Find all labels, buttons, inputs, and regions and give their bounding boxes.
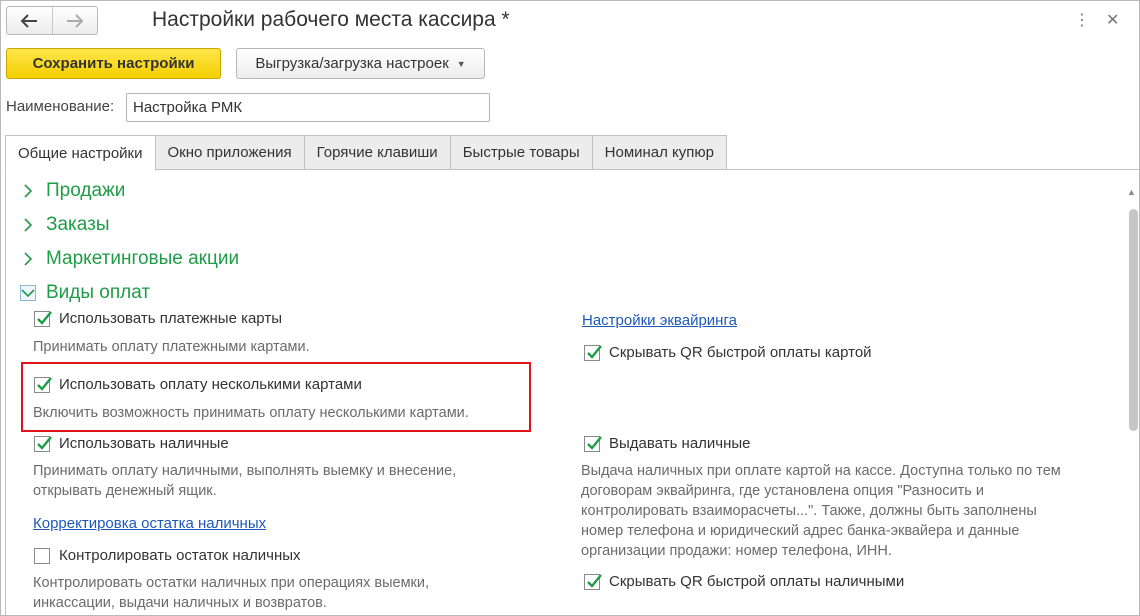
chevron-down-icon: ▼ [456, 58, 466, 69]
checkmark-icon [587, 344, 602, 359]
control-cash-checkbox[interactable] [34, 547, 50, 564]
save-settings-button[interactable]: Сохранить настройки [6, 48, 221, 79]
group-sales[interactable]: Продажи [20, 180, 125, 202]
use-cards-label: Использовать платежные карты [59, 310, 282, 327]
navigation-buttons [6, 6, 98, 35]
acquiring-settings-link[interactable]: Настройки эквайринга [582, 312, 737, 329]
control-cash-hint-line: Контролировать остатки наличных при опер… [33, 575, 430, 591]
name-label: Наименование: [6, 98, 115, 115]
tab-quick-products[interactable]: Быстрые товары [450, 135, 593, 170]
control-cash-hint-line: инкассации, выдачи наличных и возвратов. [33, 595, 327, 611]
give-cash-label: Выдавать наличные [609, 435, 751, 452]
use-cards-checkbox-row[interactable]: Использовать платежные карты [34, 310, 282, 327]
give-cash-hint-line: организации продажи: номер телефона, ИНН… [581, 543, 892, 559]
give-cash-hint: Выдача наличных при оплате картой на кас… [581, 461, 1061, 561]
group-payment-types-label: Виды оплат [46, 282, 151, 303]
give-cash-hint-line: номер телефона и юридический адрес банка… [581, 523, 1020, 539]
checkmark-icon [37, 310, 52, 325]
chevron-right-icon [20, 183, 36, 199]
multi-cards-hint: Включить возможность принимать оплату не… [33, 405, 469, 421]
control-cash-label: Контролировать остаток наличных [59, 547, 301, 564]
give-cash-checkbox-row[interactable]: Выдавать наличные [584, 435, 751, 452]
use-cash-label: Использовать наличные [59, 435, 229, 452]
multi-cards-checkbox-row[interactable]: Использовать оплату несколькими картами [34, 376, 362, 393]
checkmark-icon [587, 573, 602, 588]
control-cash-checkbox-row[interactable]: Контролировать остаток наличных [34, 547, 301, 564]
forward-button[interactable] [51, 7, 98, 34]
checkmark-icon [587, 435, 602, 450]
control-cash-hint: Контролировать остатки наличных при опер… [33, 573, 429, 613]
group-promotions-label: Маркетинговые акции [46, 248, 240, 269]
use-cash-hint-line: Принимать оплату наличными, выполнять вы… [33, 463, 457, 479]
arrow-right-icon [66, 13, 84, 28]
group-orders[interactable]: Заказы [20, 214, 110, 236]
give-cash-hint-line: контролировать взаиморасчеты...". Также,… [581, 503, 1037, 519]
hide-qr-cash-label: Скрывать QR быстрой оплаты наличными [609, 573, 905, 590]
hide-qr-card-checkbox[interactable] [584, 344, 602, 361]
checkmark-icon [37, 435, 52, 450]
group-payment-types[interactable]: Виды оплат [20, 282, 150, 304]
hide-qr-cash-checkbox-row[interactable]: Скрывать QR быстрой оплаты наличными [584, 573, 904, 590]
use-cash-hint: Принимать оплату наличными, выполнять вы… [33, 461, 456, 501]
group-sales-label: Продажи [46, 180, 126, 201]
tab-general-settings[interactable]: Общие настройки [5, 135, 156, 171]
give-cash-checkbox[interactable] [584, 435, 602, 452]
use-cards-hint: Принимать оплату платежными картами. [33, 339, 310, 355]
hide-qr-cash-checkbox[interactable] [584, 573, 602, 590]
export-import-settings-button[interactable]: Выгрузка/загрузка настроек ▼ [236, 48, 485, 79]
chevron-down-icon [20, 285, 36, 301]
page-title: Настройки рабочего места кассира * [152, 8, 510, 31]
multi-cards-label: Использовать оплату несколькими картами [59, 376, 362, 393]
scroll-up-icon[interactable]: ▲ [1127, 187, 1136, 197]
use-cash-checkbox[interactable] [34, 435, 52, 452]
settings-window: Настройки рабочего места кассира * ⋮ ✕ С… [0, 0, 1140, 616]
tab-banknotes[interactable]: Номинал купюр [592, 135, 727, 170]
group-promotions[interactable]: Маркетинговые акции [20, 248, 239, 270]
export-import-label: Выгрузка/загрузка настроек [255, 55, 449, 72]
tab-bar: Общие настройки Окно приложения Горячие … [5, 135, 727, 171]
use-cards-checkbox[interactable] [34, 310, 52, 327]
hide-qr-card-checkbox-row[interactable]: Скрывать QR быстрой оплаты картой [584, 344, 872, 361]
arrow-left-icon [20, 13, 38, 28]
back-button[interactable] [7, 7, 52, 34]
group-orders-label: Заказы [46, 214, 110, 235]
give-cash-hint-line: договорам эквайринга, где установлена оп… [581, 483, 984, 499]
use-cash-checkbox-row[interactable]: Использовать наличные [34, 435, 229, 452]
tab-app-window[interactable]: Окно приложения [155, 135, 305, 170]
checkmark-icon [37, 376, 52, 391]
scrollbar-thumb[interactable] [1129, 209, 1138, 431]
name-input[interactable] [126, 93, 490, 122]
chevron-right-icon [20, 251, 36, 267]
use-cash-hint-line: открывать денежный ящик. [33, 483, 217, 499]
tab-hotkeys[interactable]: Горячие клавиши [304, 135, 451, 170]
close-icon[interactable]: ✕ [1106, 10, 1119, 30]
cash-correction-link[interactable]: Корректировка остатка наличных [33, 515, 266, 532]
chevron-right-icon [20, 217, 36, 233]
multi-cards-checkbox[interactable] [34, 376, 52, 393]
hide-qr-card-label: Скрывать QR быстрой оплаты картой [609, 344, 872, 361]
more-icon[interactable]: ⋮ [1074, 10, 1090, 30]
give-cash-hint-line: Выдача наличных при оплате картой на кас… [581, 463, 1061, 479]
